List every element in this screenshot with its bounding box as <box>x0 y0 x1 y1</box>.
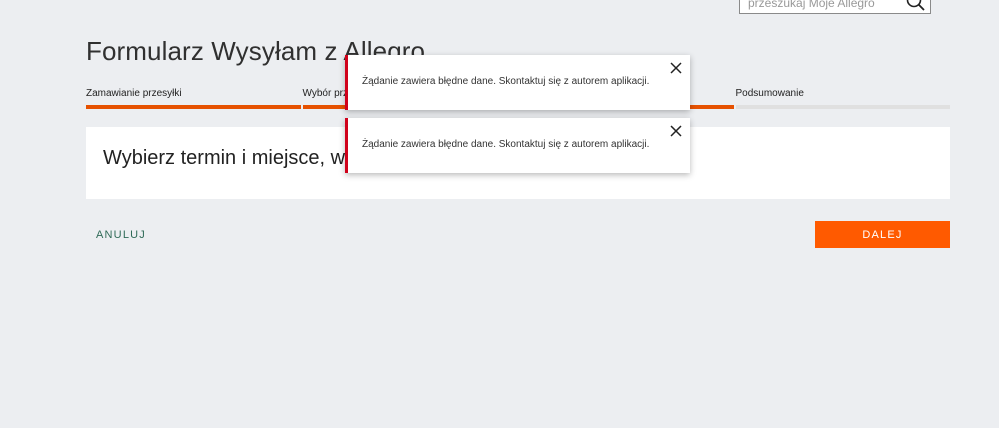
search-input[interactable] <box>748 0 898 15</box>
step-label: Zamawianie przesyłki <box>86 88 182 99</box>
error-toast: Żądanie zawiera błędne dane. Skontaktuj … <box>345 118 690 173</box>
search-box <box>739 0 931 15</box>
step-progress-bar <box>86 105 301 109</box>
next-button[interactable]: DALEJ <box>815 221 950 248</box>
step-label: Podsumowanie <box>735 88 804 99</box>
cancel-button[interactable]: ANULUJ <box>90 222 152 248</box>
toast-message: Żądanie zawiera błędne dane. Skontaktuj … <box>362 76 650 87</box>
search-icon[interactable] <box>904 0 928 15</box>
close-icon[interactable] <box>669 124 683 138</box>
close-icon[interactable] <box>669 61 683 75</box>
error-toast: Żądanie zawiera błędne dane. Skontaktuj … <box>345 55 690 110</box>
section-heading: Wybierz termin i miejsce, w <box>103 147 346 169</box>
step-progress-bar <box>735 105 950 109</box>
step-order-shipment: Zamawianie przesyłki <box>86 88 301 112</box>
toast-message: Żądanie zawiera błędne dane. Skontaktuj … <box>362 139 650 150</box>
step-summary: Podsumowanie <box>735 88 950 112</box>
